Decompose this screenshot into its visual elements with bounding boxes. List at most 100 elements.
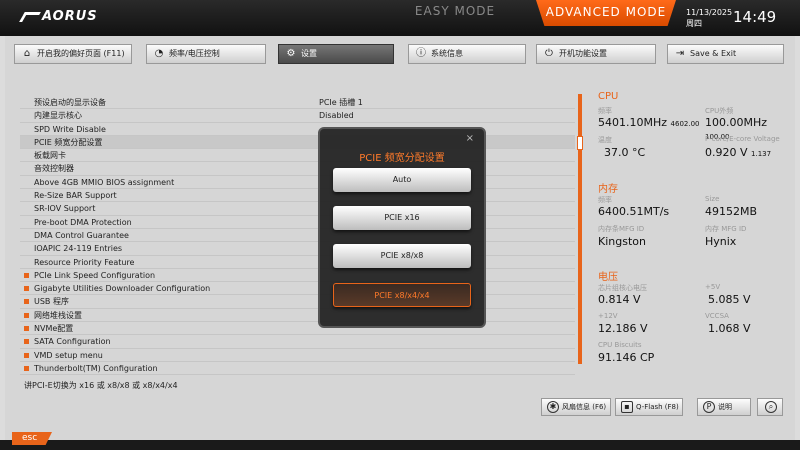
submenu-item[interactable]: VMD setup menu xyxy=(20,349,575,362)
item-label: Pre-boot DMA Protection xyxy=(34,217,132,227)
option-x8x4x4[interactable]: PCIE x8/x4/x4 xyxy=(333,283,471,307)
menu-save-exit[interactable]: ⇥ Save & Exit xyxy=(667,44,784,64)
memory-section-title: 内存 xyxy=(598,184,618,195)
p5-volt-label: +5V xyxy=(705,283,721,291)
menu-tweaker[interactable]: ◔ 频率/电压控制 xyxy=(146,44,266,64)
item-label: SR-IOV Support xyxy=(34,204,96,214)
list-item[interactable]: 内建显示核心 Disabled xyxy=(20,109,575,123)
submenu-item[interactable]: Thunderbolt(TM) Configuration xyxy=(20,362,575,376)
speedometer-icon: ◔ xyxy=(154,48,164,59)
submenu-item[interactable]: PCIe Link Speed Configuration xyxy=(20,269,575,283)
help-button[interactable]: P 说明 xyxy=(697,398,751,416)
clock: 14:49 xyxy=(733,8,777,26)
menu-label: 开启我的偏好页面 (F11) xyxy=(37,49,125,58)
menu-label: 开机功能设置 xyxy=(559,49,607,58)
mem-freq-value: 6400.51MT/s xyxy=(598,205,670,218)
item-value[interactable]: Disabled xyxy=(319,109,354,122)
list-item[interactable]: DMA Control Guarantee xyxy=(20,229,575,243)
fan-icon: ✱ xyxy=(547,401,559,413)
help-hint: 讲PCI-E切换为 x16 或 x8/x8 或 x8/x4/x4 xyxy=(24,381,178,390)
item-label: Thunderbolt(TM) Configuration xyxy=(34,363,158,373)
submenu-item[interactable]: 网络堆栈设置 xyxy=(20,309,575,323)
bottom-strip xyxy=(0,440,800,450)
item-label: DMA Control Guarantee xyxy=(34,230,129,240)
item-label: 预设启动的显示设备 xyxy=(34,98,106,107)
menu-settings[interactable]: ⚙ 设置 xyxy=(278,44,394,64)
cpu-temp-value: 37.0 °C xyxy=(604,146,646,159)
option-auto[interactable]: Auto xyxy=(333,168,471,192)
menu-bar: ⌂ 开启我的偏好页面 (F11) ◔ 频率/电压控制 ⚙ 设置 ⓘ 系统信息 ⏻ 开机功能… xyxy=(14,44,784,66)
search-button[interactable]: ⌕ xyxy=(757,398,783,416)
date-text: 11/13/2025 xyxy=(686,8,733,17)
button-label: 说明 xyxy=(718,403,732,411)
cpu-volt-text: 0.920 V xyxy=(705,146,748,159)
cpu-freq-text: 5401.10MHz xyxy=(598,116,668,129)
list-item[interactable]: Resource Priority Feature xyxy=(20,256,575,269)
list-item[interactable]: IOAPIC 24-119 Entries xyxy=(20,242,575,256)
biscuits-label: CPU Biscuits xyxy=(598,341,642,349)
list-item[interactable]: SPD Write Disable xyxy=(20,123,575,136)
search-icon: ⌕ xyxy=(765,401,777,413)
item-label: Gigabyte Utilities Downloader Configurat… xyxy=(34,284,211,294)
list-item[interactable]: SR-IOV Support xyxy=(20,202,575,216)
close-icon[interactable]: × xyxy=(466,133,474,144)
cpu-ext-label: CPU外频 xyxy=(705,107,734,115)
cpu-volt-value: 0.920 V 1.137 xyxy=(705,146,771,159)
item-label: Re-Size BAR Support xyxy=(34,191,117,201)
advanced-mode-tab[interactable]: ADVANCED MODE xyxy=(536,0,676,26)
item-label: Resource Priority Feature xyxy=(34,257,135,267)
mem-mfg-value: Kingston xyxy=(598,235,646,248)
aorus-wing-icon xyxy=(19,11,41,22)
list-item[interactable]: Above 4GB MMIO BIOS assignment xyxy=(20,176,575,190)
home-icon: ⌂ xyxy=(23,48,31,59)
button-label: 风扇信息 (F6) xyxy=(562,403,607,411)
power-icon: ⏻ xyxy=(545,48,553,59)
item-label: 板载网卡 xyxy=(34,151,66,161)
mem-size-value: 49152MB xyxy=(705,205,758,218)
button-label: Q-Flash (F8) xyxy=(636,403,679,411)
list-item-selected[interactable]: PCIE 频宽分配设置 xyxy=(20,135,575,150)
fan-info-button[interactable]: ✱ 风扇信息 (F6) xyxy=(541,398,611,416)
scrollbar-thumb[interactable] xyxy=(577,136,583,150)
qflash-button[interactable]: ▪ Q-Flash (F8) xyxy=(615,398,683,416)
item-label: IOAPIC 24-119 Entries xyxy=(34,244,123,254)
item-label: SPD Write Disable xyxy=(34,124,106,134)
submenu-item[interactable]: Gigabyte Utilities Downloader Configurat… xyxy=(20,282,575,296)
list-item[interactable]: 音效控制器 xyxy=(20,162,575,176)
submenu-item[interactable]: NVMe配置 xyxy=(20,322,575,336)
cpu-ext-text: 100.00MHz xyxy=(705,116,768,129)
menu-favorites[interactable]: ⌂ 开启我的偏好页面 (F11) xyxy=(14,44,132,64)
cpu-freq-value: 5401.10MHz 4602.00 xyxy=(598,116,699,129)
option-x8x8[interactable]: PCIE x8/x8 xyxy=(333,244,471,268)
list-scrollbar[interactable] xyxy=(577,94,583,364)
submenu-item[interactable]: USB 程序 xyxy=(20,295,575,309)
menu-system-info[interactable]: ⓘ 系统信息 xyxy=(408,44,526,64)
dialog-title: PCIE 频宽分配设置 xyxy=(359,153,445,164)
cpu-volt-label: P-core/E-core Voltage xyxy=(705,135,780,143)
info-icon: ⓘ xyxy=(416,48,426,59)
menu-label: 系统信息 xyxy=(431,49,463,58)
item-label: PCIE 频宽分配设置 xyxy=(34,137,103,147)
submenu-item[interactable]: SATA Configuration xyxy=(20,335,575,349)
option-x16[interactable]: PCIE x16 xyxy=(333,206,471,230)
list-item[interactable]: Re-Size BAR Support xyxy=(20,189,575,203)
weekday-text: 周四 xyxy=(686,19,702,28)
list-item[interactable]: 预设启动的显示设备 PCIe 插槽 1 xyxy=(20,96,575,110)
item-label: USB 程序 xyxy=(34,297,69,307)
list-item[interactable]: 板载网卡 xyxy=(20,149,575,163)
chipset-volt-value: 0.814 V xyxy=(598,293,641,306)
p12-volt-label: +12V xyxy=(598,312,618,320)
menu-boot[interactable]: ⏻ 开机功能设置 xyxy=(536,44,656,64)
esc-button[interactable]: esc xyxy=(12,432,52,445)
item-label: NVMe配置 xyxy=(34,324,74,334)
settings-list: 预设启动的显示设备 PCIe 插槽 1 内建显示核心 Disabled SPD Wr… xyxy=(20,96,575,376)
list-item[interactable]: Pre-boot DMA Protection xyxy=(20,216,575,229)
top-bar: AORUS EASY MODE ADVANCED MODE 11/13/2025… xyxy=(0,0,800,36)
date-display: 11/13/2025 周四 xyxy=(686,7,732,29)
easy-mode-tab[interactable]: EASY MODE xyxy=(400,4,510,22)
p12-volt-value: 12.186 V xyxy=(598,322,648,335)
item-label: PCIe Link Speed Configuration xyxy=(34,270,156,280)
menu-label: Save & Exit xyxy=(690,49,737,58)
vccsa-label: VCCSA xyxy=(705,312,729,320)
item-value[interactable]: PCIe 插槽 1 xyxy=(319,96,363,109)
